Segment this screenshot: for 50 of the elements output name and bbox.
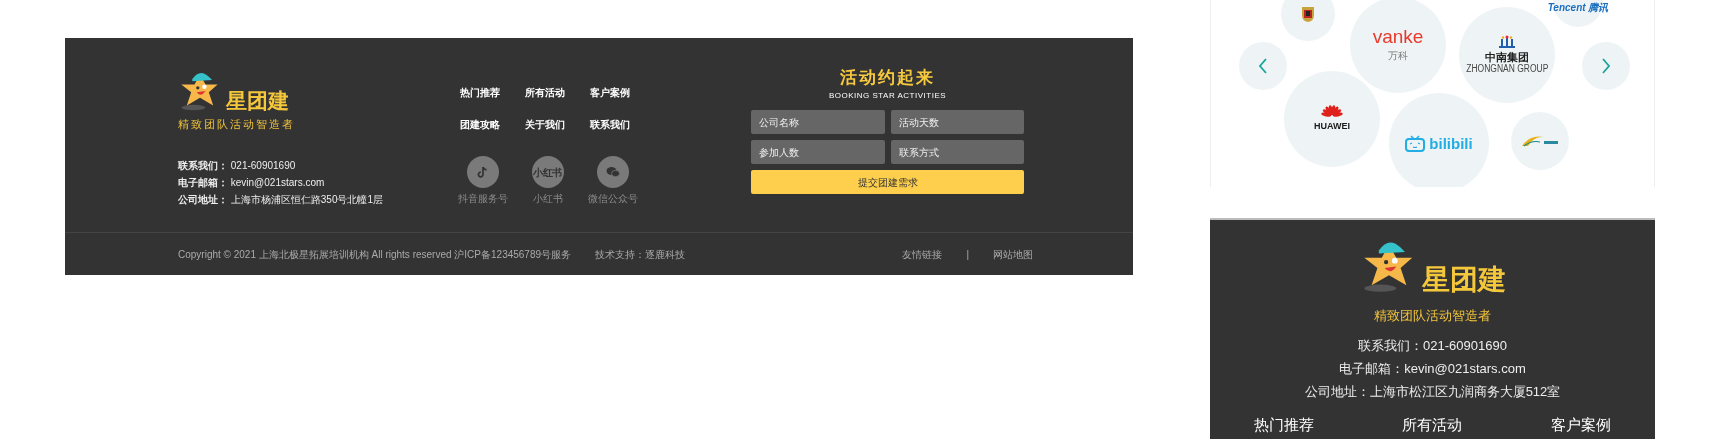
logo-wordmark: 中南集团 xyxy=(1485,52,1529,63)
chat-bubbles-icon[interactable] xyxy=(596,156,629,188)
logo-subtitle: 万科 xyxy=(1388,49,1408,63)
footer-nav-link[interactable]: 所有活动 xyxy=(525,85,590,100)
copyright-text: Copyright © 2021 上海北极星拓展培训机构 All rights reserved 沪ICP备123456789号服务 xyxy=(178,247,572,262)
tech-support-text: 技术支持：逐鹿科技 xyxy=(595,247,686,262)
contact-line: 公司地址： 上海市杨浦区恒仁路350号北幢1层 xyxy=(178,192,385,207)
footer-nav-link[interactable]: 热门推荐 xyxy=(1254,414,1315,437)
chevron-left-icon xyxy=(1258,58,1268,74)
footer-nav-link[interactable]: 所有活动 xyxy=(1402,414,1463,437)
footer-nav-link[interactable]: 客户案例 xyxy=(590,85,655,100)
contact-line: 联系我们： 021-60901690 xyxy=(178,158,297,173)
swirl-icon xyxy=(1520,134,1560,148)
tagline: 精致团队活动智造者 xyxy=(1374,307,1491,325)
social-label: 抖音服务号 xyxy=(457,192,508,206)
form-subtitle: BOOKING STAR ACTIVITIES xyxy=(828,90,947,102)
input-field[interactable]: 联系方式 xyxy=(890,140,1024,164)
logo-wordmark: vanke xyxy=(1372,27,1424,46)
footer-nav-link[interactable]: 联系我们 xyxy=(590,117,655,132)
logo-wordmark: Tencent 腾讯 xyxy=(1547,3,1609,13)
logo-text: 星团建 xyxy=(1421,266,1506,294)
crest-icon xyxy=(1301,5,1315,23)
form-title: 活动约起来 xyxy=(840,68,935,88)
logo-wordmark: HUAWEI xyxy=(1314,120,1350,134)
logo-text: 星团建 xyxy=(226,91,289,112)
footer-link[interactable]: 友情链接 xyxy=(902,246,943,262)
logo-wordmark: bilibili xyxy=(1429,135,1473,151)
submit-button[interactable]: 提交团建需求 xyxy=(751,170,1024,194)
tv-icon xyxy=(1405,134,1426,152)
logo-subtitle: ZHONGNAN GROUP xyxy=(1465,63,1549,75)
contact-line: 电子邮箱：kevin@021stars.com xyxy=(1339,359,1526,378)
link-separator: | xyxy=(966,247,969,262)
contact-line: 电子邮箱： kevin@021stars.com xyxy=(178,175,326,190)
building-icon xyxy=(1497,35,1517,49)
footer-nav-link[interactable]: 热门推荐 xyxy=(460,85,525,100)
flower-icon xyxy=(1321,104,1343,118)
tagline: 精致团队活动智造者 xyxy=(178,117,296,132)
contact-line: 公司地址：上海市松江区九润商务大厦512室 xyxy=(1304,382,1561,401)
footer-nav-link[interactable]: 客户案例 xyxy=(1550,414,1611,437)
footer-nav-link[interactable]: 关于我们 xyxy=(525,117,590,132)
input-field[interactable]: 活动天数 xyxy=(890,110,1024,134)
social-label: 小红书 xyxy=(532,192,563,206)
social-label: 微信公众号 xyxy=(587,192,638,206)
footer-nav-link[interactable]: 团建攻略 xyxy=(460,117,525,132)
input-field[interactable]: 公司名称 xyxy=(751,110,885,134)
contact-line: 联系我们：021-60901690 xyxy=(1358,336,1507,355)
music-note-icon[interactable] xyxy=(466,156,499,188)
input-field[interactable]: 参加人数 xyxy=(751,140,885,164)
chevron-right-icon xyxy=(1601,58,1611,74)
footer-link[interactable]: 网站地图 xyxy=(993,246,1033,262)
